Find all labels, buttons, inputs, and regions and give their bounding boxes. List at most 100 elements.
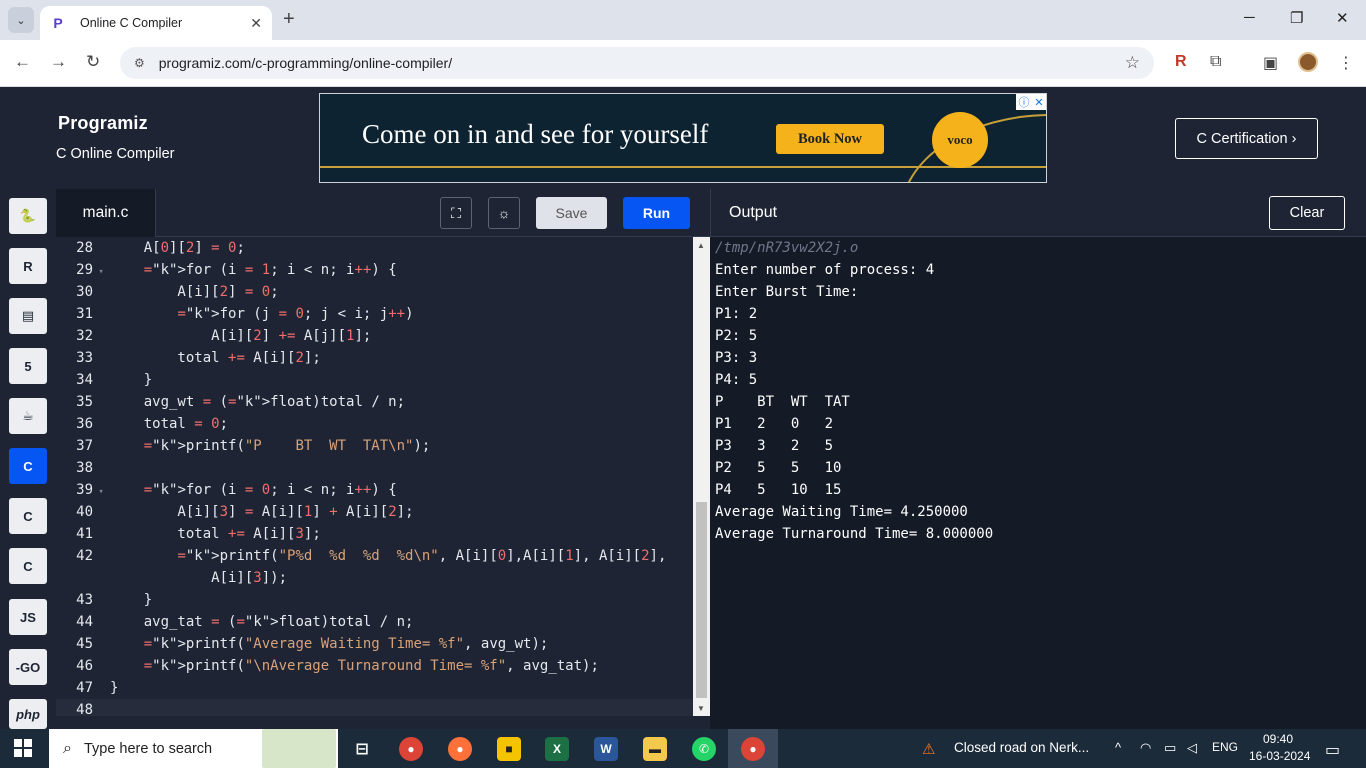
task-view-icon[interactable]: ⊟ [350,737,374,761]
r-icon[interactable]: R [9,248,47,284]
code-text[interactable]: A[i][2] += A[j][1]; [110,328,371,344]
code-line[interactable]: 45 ="k">printf("Average Waiting Time= %f… [56,633,693,655]
code-line[interactable]: 28 A[0][2] = 0; [56,237,693,259]
code-line[interactable]: 36 total = 0; [56,413,693,435]
code-line[interactable]: 31 ="k">for (j = 0; j < i; j++) [56,303,693,325]
editor-scrollbar[interactable]: ▲ ▼ [693,237,710,716]
save-button[interactable]: Save [536,197,607,229]
code-line[interactable]: 44 avg_tat = (="k">float)total / n; [56,611,693,633]
code-line[interactable]: 32 A[i][2] += A[j][1]; [56,325,693,347]
ad-close-icon[interactable]: ⓘ ✕ [1016,94,1046,110]
code-line[interactable]: 47} [56,677,693,699]
clock-date[interactable]: 16-03-2024 [1249,749,1310,763]
browser-menu-icon[interactable]: ⋮ [1338,53,1354,73]
code-line[interactable]: 43 } [56,589,693,611]
firefox-icon[interactable]: ● [448,737,472,761]
forward-button[interactable]: → [50,52,67,72]
theme-toggle-sun-icon[interactable]: ☼ [488,197,520,229]
code-text[interactable]: ="k">printf("\nAverage Turnaround Time= … [110,658,599,674]
output-console[interactable]: /tmp/nR73vw2X2j.o Enter number of proces… [710,237,1366,729]
csharp-icon[interactable]: C [9,548,47,584]
sticky-notes-icon[interactable]: ■ [497,737,521,761]
code-text[interactable]: avg_wt = (="k">float)total / n; [110,394,405,410]
code-line[interactable]: 40 A[i][3] = A[i][1] + A[i][2]; [56,501,693,523]
html-icon[interactable]: 5 [9,348,47,384]
chrome-active-icon[interactable]: ● [741,737,765,761]
excel-icon[interactable]: X [545,737,569,761]
battery-icon[interactable]: ▭ [1164,740,1176,756]
cpp-icon[interactable]: C [9,498,47,534]
code-line[interactable]: A[i][3]); [56,567,693,589]
code-line[interactable]: 30 A[i][2] = 0; [56,281,693,303]
c-icon[interactable]: C [9,448,47,484]
tab-close-icon[interactable]: ✕ [250,15,262,32]
code-text[interactable]: ="k">printf("P%d %d %d %d\n", A[i][0],A[… [110,548,666,564]
code-text[interactable]: A[i][3] = A[i][1] + A[i][2]; [110,504,413,520]
code-text[interactable]: total += A[i][3]; [110,526,320,542]
code-line[interactable]: 33 total += A[i][2]; [56,347,693,369]
windows-start-icon[interactable] [14,739,32,757]
code-line[interactable]: 34 } [56,369,693,391]
search-highlight-image[interactable] [262,729,336,768]
clear-button[interactable]: Clear [1269,196,1345,230]
clock-time[interactable]: 09:40 [1263,732,1293,746]
code-text[interactable]: total += A[i][2]; [110,350,320,366]
back-button[interactable]: ← [14,52,31,72]
code-line[interactable]: 37 ="k">printf("P BT WT TAT\n"); [56,435,693,457]
code-text[interactable]: } [110,372,152,388]
code-text[interactable]: A[i][2] = 0; [110,284,278,300]
code-text[interactable]: A[0][2] = 0; [110,240,245,256]
code-text[interactable]: ="k">printf("P BT WT TAT\n"); [110,438,431,454]
profile-avatar[interactable] [1298,52,1318,72]
fold-arrow-icon[interactable]: ▾ [93,261,110,283]
notifications-icon[interactable]: ▭ [1325,740,1340,760]
new-tab-button[interactable]: + [283,8,295,31]
scrollbar-thumb[interactable] [696,502,707,698]
code-text[interactable]: A[i][3]); [110,570,287,586]
sql-icon[interactable]: ▤ [9,298,47,334]
fullscreen-icon[interactable]: ⛶ [440,197,472,229]
chrome-icon[interactable]: ● [399,737,423,761]
restore-button[interactable]: ❐ [1290,9,1303,27]
js-icon[interactable]: JS [9,599,47,635]
code-text[interactable]: ="k">printf("Average Waiting Time= %f", … [110,636,549,652]
advertisement-banner[interactable]: Come on in and see for yourself Book Now… [319,93,1047,183]
code-line[interactable]: 39 ▾ ="k">for (i = 0; i < n; i++) { [56,479,693,501]
python-icon[interactable]: 🐍 [9,198,47,234]
code-line[interactable]: 42 ="k">printf("P%d %d %d %d\n", A[i][0]… [56,545,693,567]
file-explorer-icon[interactable]: ▬ [643,737,667,761]
browser-tab[interactable]: P Online C Compiler ✕ [40,6,272,40]
code-text[interactable]: ="k">for (j = 0; j < i; j++) [110,306,413,322]
bookmark-star-icon[interactable]: ☆ [1125,53,1140,73]
code-text[interactable]: avg_tat = (="k">float)total / n; [110,614,414,630]
extensions-puzzle-icon[interactable]: ⧉ [1210,53,1221,71]
wifi-icon[interactable]: ◠ [1140,740,1151,756]
scroll-down-arrow-icon[interactable]: ▼ [697,704,705,713]
traffic-alert-icon[interactable]: ⚠ [922,740,935,758]
run-button[interactable]: Run [623,197,690,229]
code-line[interactable]: 38 [56,457,693,479]
show-hidden-icons-chevron-icon[interactable]: ^ [1115,740,1121,755]
scroll-up-arrow-icon[interactable]: ▲ [697,241,705,250]
url-text[interactable]: programiz.com/c-programming/online-compi… [159,55,452,71]
whatsapp-icon[interactable]: ✆ [692,737,716,761]
programiz-logo[interactable]: Programiz [58,113,148,134]
side-panel-icon[interactable]: ▣ [1263,53,1278,73]
extension-icon[interactable]: R [1175,53,1187,71]
code-text[interactable]: } [110,680,118,696]
code-editor[interactable]: 28 A[0][2] = 0; 29 ▾ ="k">for (i = 1; i <… [56,237,693,721]
code-text[interactable]: total = 0; [110,416,228,432]
tab-search-button[interactable]: ⌄ [8,7,34,33]
news-ticker[interactable]: Closed road on Nerk... [954,740,1089,755]
code-text[interactable]: ="k">for (i = 1; i < n; i++) { [110,262,397,278]
speaker-icon[interactable]: ◁ [1187,740,1197,756]
php-icon[interactable]: php [9,699,47,729]
close-window-button[interactable]: ✕ [1336,9,1349,27]
minimize-button[interactable]: ─ [1244,9,1255,26]
reload-button[interactable]: ↻ [86,52,100,72]
c-certification-button[interactable]: C Certification › [1175,118,1318,159]
word-icon[interactable]: W [594,737,618,761]
address-bar[interactable]: ⚙ programiz.com/c-programming/online-com… [120,47,1154,79]
code-text[interactable]: ="k">for (i = 0; i < n; i++) { [110,482,397,498]
code-line[interactable]: 46 ="k">printf("\nAverage Turnaround Tim… [56,655,693,677]
